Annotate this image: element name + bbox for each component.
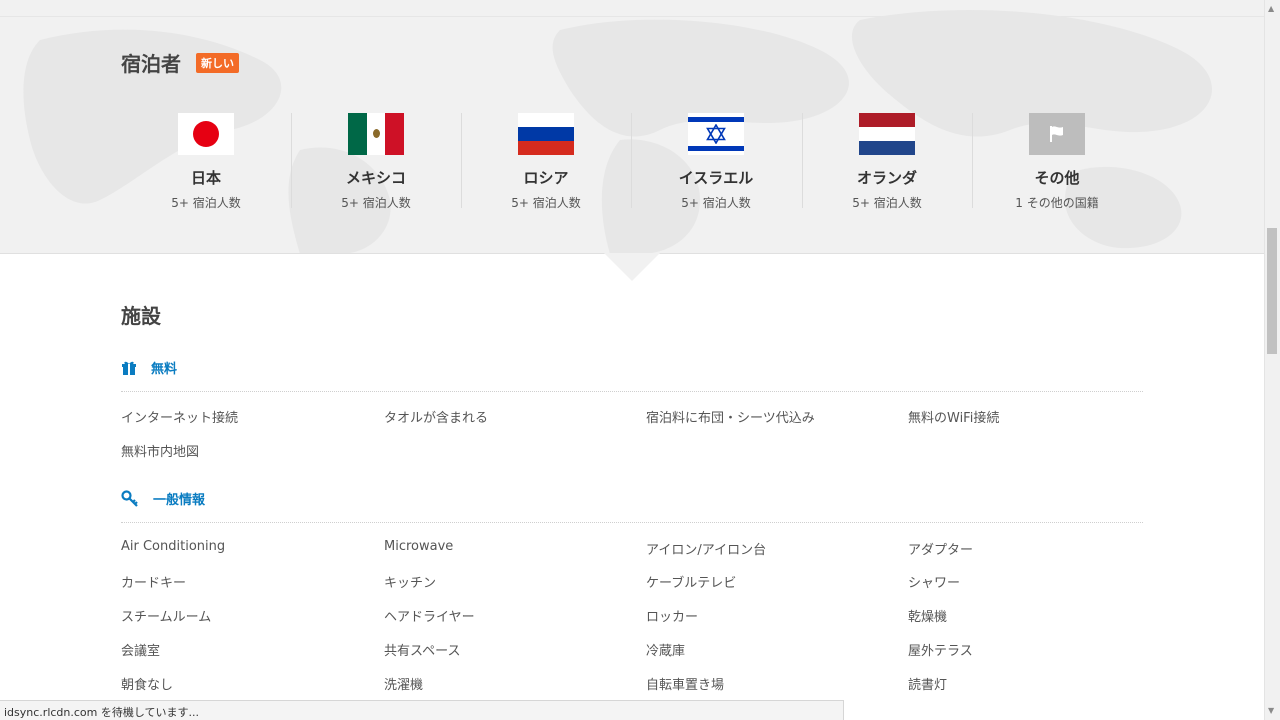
- browser-status-bar: idsync.rlcdn.com を待機しています...: [0, 700, 844, 720]
- guest-count: 5+ 宿泊人数: [681, 196, 751, 210]
- country-name: その他: [1034, 169, 1080, 187]
- country-israel: イスラエル 5+ 宿泊人数: [631, 113, 801, 211]
- divider: [121, 391, 1143, 392]
- guest-count: 1 その他の国籍: [1015, 196, 1099, 210]
- russia-flag-icon: [518, 113, 574, 155]
- facility-item: アイロン/アイロン台: [646, 543, 767, 558]
- section-pointer: [604, 253, 660, 281]
- facility-item: 乾燥機: [908, 610, 948, 625]
- category-label: 一般情報: [153, 493, 206, 508]
- facility-item: Air Conditioning: [121, 539, 226, 554]
- facility-item: ロッカー: [646, 610, 699, 625]
- facility-item: 無料のWiFi接続: [908, 411, 1000, 426]
- mexico-flag-icon: [348, 113, 404, 155]
- category-general: 一般情報: [121, 489, 205, 508]
- key-icon: [121, 489, 138, 507]
- facility-item: 洗濯機: [384, 678, 424, 693]
- country-other: その他 1 その他の国籍: [972, 113, 1142, 211]
- country-name: オランダ: [856, 169, 917, 187]
- facility-item: シャワー: [908, 576, 961, 591]
- facility-item: 会議室: [121, 644, 161, 659]
- new-badge: 新しい: [196, 53, 239, 73]
- guest-count: 5+ 宿泊人数: [341, 196, 411, 210]
- facility-item: 自転車置き場: [646, 678, 725, 693]
- country-name: 日本: [190, 169, 221, 187]
- facility-item: ヘアドライヤー: [384, 610, 475, 625]
- facility-item: キッチン: [384, 576, 437, 591]
- facility-item: アダプター: [908, 543, 974, 558]
- scroll-up-arrow-icon[interactable]: ▲: [1268, 4, 1274, 13]
- country-name: ロシア: [523, 169, 569, 187]
- japan-flag-icon: [178, 113, 234, 155]
- country-name: イスラエル: [678, 169, 754, 187]
- facility-item: タオルが含まれる: [384, 411, 489, 426]
- guests-title: 宿泊者: [121, 52, 181, 76]
- facilities-title: 施設: [121, 304, 161, 328]
- scrollbar-track[interactable]: [1264, 0, 1280, 720]
- gift-icon: [122, 361, 136, 375]
- divider: [121, 522, 1143, 523]
- scrollbar-thumb[interactable]: [1267, 228, 1277, 354]
- facility-item: スチームルーム: [121, 610, 212, 625]
- facility-item: 朝食なし: [121, 678, 174, 693]
- facility-item: 屋外テラス: [908, 644, 973, 659]
- facility-item: Microwave: [384, 539, 454, 554]
- country-japan: 日本 5+ 宿泊人数: [121, 113, 291, 211]
- country-name: メキシコ: [345, 169, 406, 187]
- facility-item: カードキー: [121, 576, 187, 591]
- country-russia: ロシア 5+ 宿泊人数: [461, 113, 631, 211]
- scroll-down-arrow-icon[interactable]: ▼: [1268, 706, 1274, 715]
- facility-item: 冷蔵庫: [646, 644, 686, 659]
- facility-item: 読書灯: [908, 678, 948, 693]
- netherlands-flag-icon: [859, 113, 915, 155]
- guests-section: 宿泊者 新しい 日本 5+ 宿泊人数 メキシコ 5+ 宿泊人数 ロシア 5+ 宿…: [0, 0, 1264, 254]
- country-netherlands: オランダ 5+ 宿泊人数: [802, 113, 972, 211]
- facility-item: ケーブルテレビ: [646, 576, 737, 591]
- guest-count: 5+ 宿泊人数: [171, 196, 241, 210]
- israel-flag-icon: [688, 113, 744, 155]
- guest-count: 5+ 宿泊人数: [511, 196, 581, 210]
- category-free: 無料: [121, 358, 177, 377]
- category-label: 無料: [151, 362, 178, 377]
- facility-item: 共有スペース: [384, 644, 461, 659]
- white-flag-icon: [1029, 113, 1085, 155]
- country-mexico: メキシコ 5+ 宿泊人数: [291, 113, 461, 211]
- guest-count: 5+ 宿泊人数: [852, 196, 922, 210]
- facility-item: 無料市内地図: [121, 445, 200, 460]
- facility-item: 宿泊料に布団・シーツ代込み: [646, 411, 815, 426]
- facility-item: インターネット接続: [121, 411, 239, 426]
